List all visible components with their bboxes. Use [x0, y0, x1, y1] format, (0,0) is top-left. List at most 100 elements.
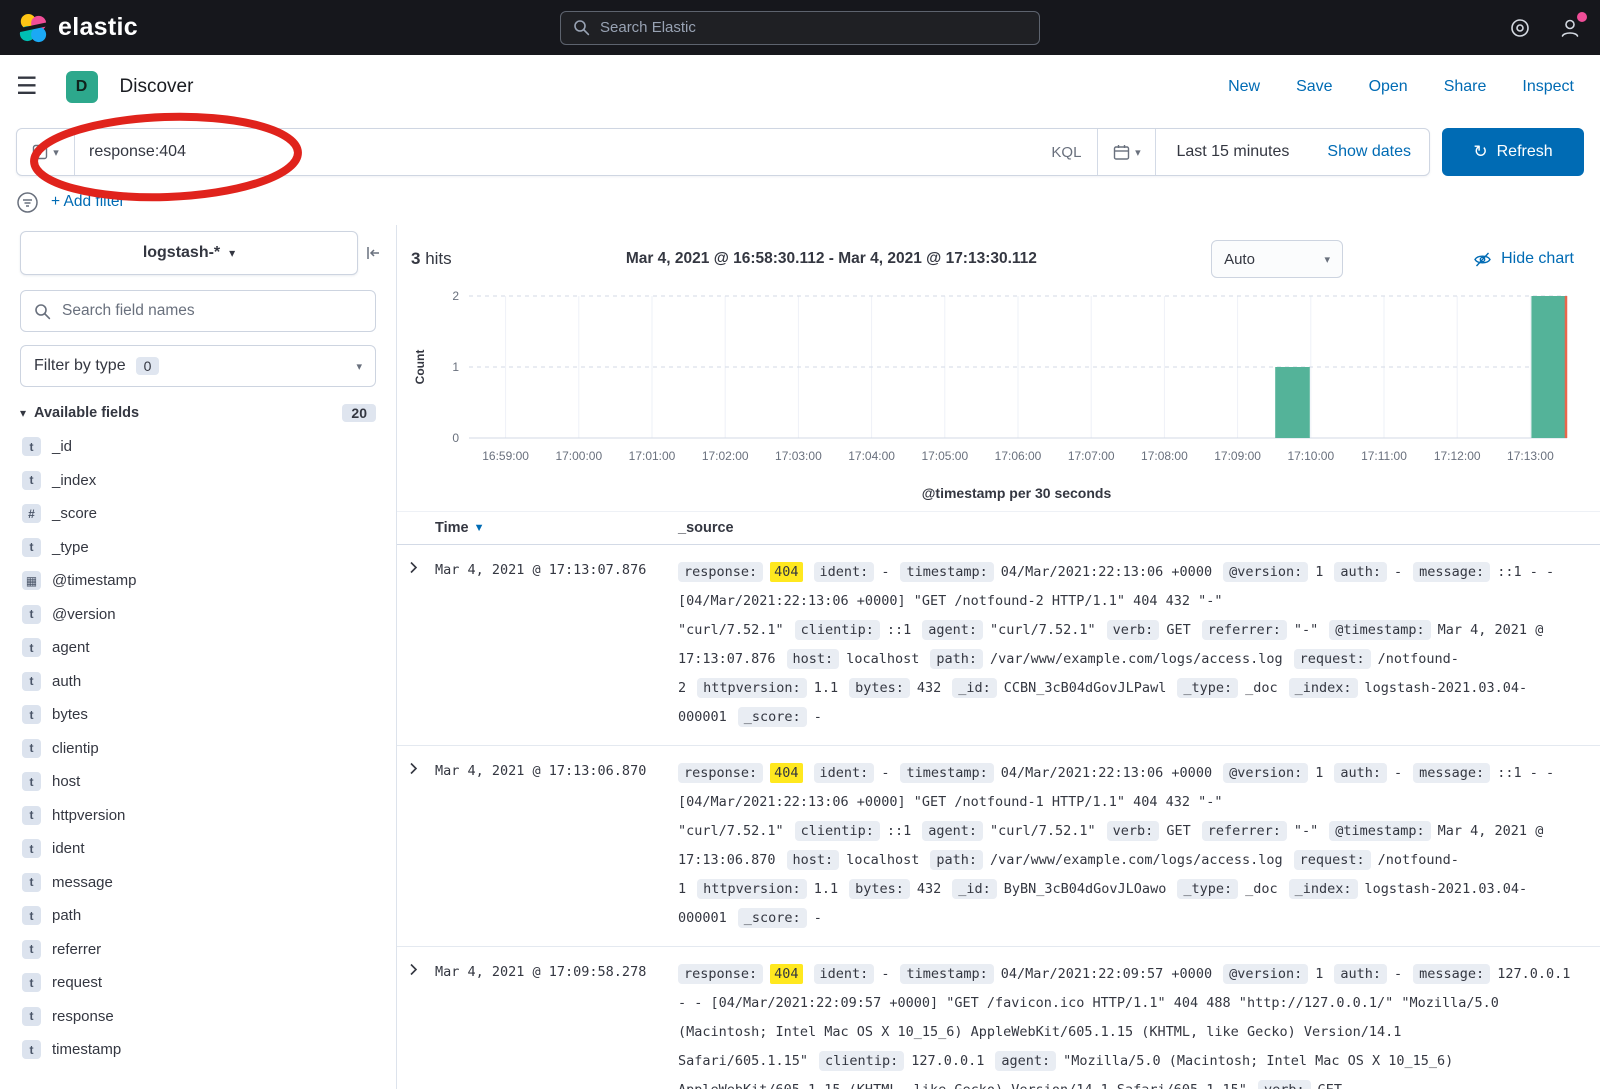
date-picker-menu-button[interactable]: ▾: [1098, 129, 1156, 175]
query-input[interactable]: response:404: [75, 129, 1035, 175]
search-field-names-input[interactable]: Search field names: [20, 290, 376, 332]
svg-text:17:06:00: 17:06:00: [995, 449, 1042, 463]
field-item[interactable]: treferrer: [22, 933, 382, 967]
saved-query-menu-button[interactable]: ▾: [17, 129, 75, 175]
source-field-badge: path:: [930, 649, 983, 669]
source-field-badge: auth:: [1334, 763, 1387, 783]
field-item[interactable]: ▦@timestamp: [22, 564, 382, 598]
string-field-icon: t: [22, 638, 41, 657]
hits-number: 3: [411, 249, 420, 268]
source-value: 127.0.0.1: [911, 1053, 984, 1069]
field-item[interactable]: t _index: [22, 464, 382, 498]
field-item[interactable]: t@version: [22, 598, 382, 632]
field-item[interactable]: tbytes: [22, 698, 382, 732]
time-column-header[interactable]: Time ▼: [435, 520, 678, 536]
source-value: CCBN_3cB04dGovJLPawl: [1004, 680, 1167, 696]
source-field-badge: @version:: [1223, 964, 1308, 984]
source-value: 04/Mar/2021:22:13:06 +0000: [1001, 765, 1212, 781]
source-value: -: [881, 765, 889, 781]
histogram-chart[interactable]: 16:59:0017:00:0017:01:0017:02:0017:03:00…: [397, 286, 1600, 511]
chevron-down-icon[interactable]: ▾: [20, 406, 26, 420]
menu-icon[interactable]: ☰: [16, 72, 38, 101]
collapse-sidebar-button[interactable]: [358, 244, 388, 262]
inspect-button[interactable]: Inspect: [1522, 78, 1574, 96]
field-item[interactable]: tident: [22, 832, 382, 866]
source-field-badge: agent:: [922, 821, 983, 841]
doc-timestamp: Mar 4, 2021 @ 17:09:58.278: [435, 960, 678, 980]
source-field-badge: auth:: [1334, 964, 1387, 984]
field-item[interactable]: t_type: [22, 531, 382, 565]
save-button[interactable]: Save: [1296, 78, 1332, 96]
source-field-badge: @timestamp:: [1329, 821, 1430, 841]
string-field-icon: t: [22, 437, 41, 456]
refresh-button[interactable]: ↻ Refresh: [1442, 128, 1584, 176]
calendar-icon: [1113, 144, 1130, 161]
source-field-badge: _index:: [1289, 678, 1358, 698]
field-item[interactable]: #_score: [22, 497, 382, 531]
global-search-input[interactable]: Search Elastic: [560, 11, 1040, 45]
field-item[interactable]: t _id: [22, 430, 382, 464]
field-name: referrer: [52, 941, 101, 958]
user-menu-icon[interactable]: [1558, 16, 1582, 40]
add-filter-button[interactable]: + Add filter: [51, 193, 125, 211]
histogram-svg[interactable]: 16:59:0017:00:0017:01:0017:02:0017:03:00…: [411, 288, 1574, 474]
source-value: GET: [1318, 1082, 1342, 1089]
field-item[interactable]: trequest: [22, 966, 382, 1000]
source-value: "-": [1294, 823, 1318, 839]
new-button[interactable]: New: [1228, 78, 1260, 96]
field-item[interactable]: tauth: [22, 665, 382, 699]
doc-source: response:404ident:-timestamp:04/Mar/2021…: [678, 558, 1574, 732]
source-value: localhost: [846, 852, 919, 868]
table-row: Mar 4, 2021 @ 17:13:07.876response:404id…: [397, 545, 1600, 746]
string-field-icon: t: [22, 705, 41, 724]
expand-row-button[interactable]: [407, 759, 435, 775]
interval-select[interactable]: Auto ▾: [1211, 240, 1343, 278]
deployment-icon[interactable]: [1508, 16, 1532, 40]
source-value: 04/Mar/2021:22:09:57 +0000: [1001, 966, 1212, 982]
interval-value: Auto: [1224, 251, 1255, 268]
histogram-bar[interactable]: [1531, 296, 1566, 438]
string-field-icon: t: [22, 471, 41, 490]
field-name: ident: [52, 840, 85, 857]
open-button[interactable]: Open: [1369, 78, 1408, 96]
source-field-badge: ident:: [814, 964, 875, 984]
hide-chart-button[interactable]: Hide chart: [1473, 250, 1574, 269]
global-header: elastic Search Elastic: [0, 0, 1600, 55]
time-range-button[interactable]: Last 15 minutes: [1156, 129, 1309, 175]
field-item[interactable]: tclientip: [22, 732, 382, 766]
discover-app-badge[interactable]: D: [66, 71, 98, 103]
search-icon: [573, 19, 590, 36]
query-language-button[interactable]: KQL: [1035, 129, 1098, 175]
histogram-bar[interactable]: [1275, 367, 1310, 438]
field-item[interactable]: ttimestamp: [22, 1033, 382, 1067]
filter-by-type-select[interactable]: Filter by type 0 ▾: [20, 345, 376, 387]
index-pattern-select[interactable]: logstash-* ▾: [20, 231, 358, 275]
field-item[interactable]: tmessage: [22, 866, 382, 900]
field-item[interactable]: tagent: [22, 631, 382, 665]
field-name: bytes: [52, 706, 88, 723]
source-field-badge: timestamp:: [900, 763, 993, 783]
svg-text:17:01:00: 17:01:00: [629, 449, 676, 463]
field-name: message: [52, 874, 113, 891]
source-column-header: _source: [678, 520, 734, 536]
expand-row-button[interactable]: [407, 558, 435, 574]
field-item[interactable]: tpath: [22, 899, 382, 933]
refresh-icon: ↻: [1473, 142, 1487, 162]
available-fields-header: ▾ Available fields 20: [20, 404, 376, 422]
source-value: 432: [917, 680, 941, 696]
field-item[interactable]: thttpversion: [22, 799, 382, 833]
field-item[interactable]: tresponse: [22, 1000, 382, 1034]
source-field-badge: ident:: [814, 763, 875, 783]
string-field-icon: t: [22, 1040, 41, 1059]
source-value-highlighted: 404: [770, 763, 802, 783]
source-value: "curl/7.52.1": [990, 823, 1096, 839]
field-item[interactable]: thost: [22, 765, 382, 799]
source-field-badge: timestamp:: [900, 562, 993, 582]
source-field-badge: response:: [678, 562, 763, 582]
field-name: _index: [52, 472, 96, 489]
filter-icon[interactable]: [16, 191, 39, 214]
field-name: _id: [52, 438, 72, 455]
show-dates-button[interactable]: Show dates: [1309, 129, 1429, 175]
share-button[interactable]: Share: [1444, 78, 1487, 96]
expand-row-button[interactable]: [407, 960, 435, 976]
